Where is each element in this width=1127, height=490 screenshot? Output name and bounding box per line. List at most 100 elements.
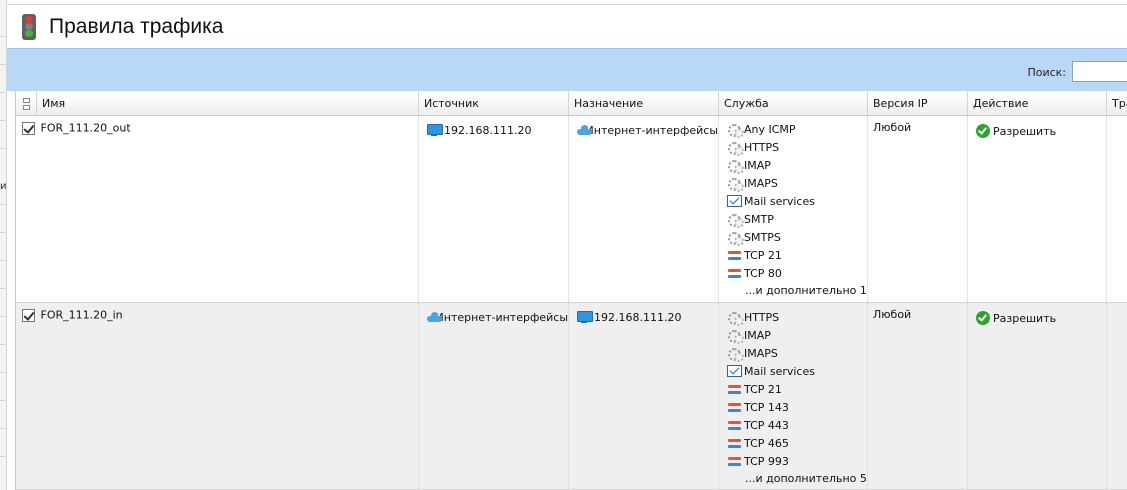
divider bbox=[0, 288, 7, 289]
tcp-icon bbox=[727, 454, 742, 468]
destination-cell: Интернет-интерфейсы bbox=[569, 116, 719, 302]
title-bar: Правила трафика bbox=[7, 4, 1127, 48]
action-cell: Разрешить bbox=[968, 116, 1107, 302]
allow-check-icon bbox=[976, 311, 990, 325]
source-cell: 192.168.111.20 bbox=[419, 116, 569, 302]
divider bbox=[0, 232, 7, 233]
service-item: Mail services bbox=[727, 192, 867, 210]
more-services-link[interactable]: ...и дополнительно 5 bbox=[727, 470, 867, 488]
service-item: IMAPS bbox=[727, 174, 867, 192]
gear-icon bbox=[727, 140, 744, 156]
gear-icon bbox=[727, 176, 744, 192]
gear-icon bbox=[727, 310, 744, 326]
service-label: TCP 80 bbox=[744, 266, 782, 280]
ip-version-cell: Любой bbox=[868, 303, 968, 489]
source-label: Интернет-интерфейсы bbox=[435, 310, 568, 324]
service-item: IMAP bbox=[727, 156, 867, 174]
service-label: SMTP bbox=[744, 212, 774, 226]
service-item: Mail services bbox=[727, 362, 867, 380]
divider bbox=[0, 92, 7, 93]
service-item: IMAPS bbox=[727, 344, 867, 362]
column-header-action[interactable]: Действие bbox=[968, 91, 1107, 116]
traffic-rules-window: и Правила трафика Поиск: Имя Источник На… bbox=[0, 0, 1127, 490]
service-item: HTTPS bbox=[727, 308, 867, 326]
service-label: IMAPS bbox=[744, 346, 778, 360]
monitor-icon bbox=[427, 124, 443, 136]
gear-icon bbox=[727, 122, 744, 138]
divider bbox=[0, 456, 7, 457]
cloud-icon bbox=[427, 312, 441, 322]
cloud-icon bbox=[577, 125, 591, 135]
divider bbox=[0, 120, 7, 121]
service-cell: Any ICMP HTTPS IMAP IMAPS Mail services … bbox=[719, 116, 868, 302]
gear-icon bbox=[727, 158, 744, 174]
tcp-icon bbox=[727, 418, 742, 432]
service-label: TCP 465 bbox=[744, 436, 789, 450]
service-label: TCP 143 bbox=[744, 400, 789, 414]
service-label: TCP 993 bbox=[744, 454, 789, 468]
table-header: Имя Источник Назначение Служба Версия IP… bbox=[16, 91, 1127, 116]
gear-icon bbox=[727, 346, 744, 362]
divider bbox=[0, 428, 7, 429]
rule-enabled-checkbox[interactable] bbox=[22, 121, 35, 135]
more-services-link[interactable]: ...и дополнительно 12 bbox=[727, 282, 867, 300]
divider bbox=[0, 400, 7, 401]
service-item: TCP 21 bbox=[727, 246, 867, 264]
action-label: Разрешить bbox=[993, 124, 1057, 138]
source-cell: Интернет-интерфейсы bbox=[419, 303, 569, 489]
service-item: SMTP bbox=[727, 210, 867, 228]
traffic-light-icon bbox=[22, 13, 36, 40]
divider bbox=[0, 64, 7, 65]
service-label: TCP 21 bbox=[744, 382, 782, 396]
select-all-checkbox[interactable] bbox=[16, 91, 37, 116]
mail-services-icon bbox=[727, 365, 742, 377]
page-title: Правила трафика bbox=[49, 14, 224, 38]
divider bbox=[0, 204, 7, 205]
column-header-source[interactable]: Источник bbox=[419, 91, 569, 116]
column-header-ip-version[interactable]: Версия IP bbox=[868, 91, 968, 116]
monitor-icon bbox=[577, 311, 593, 323]
name-cell: FOR_111.20_in bbox=[16, 303, 419, 489]
tcp-icon bbox=[727, 266, 742, 280]
column-header-destination[interactable]: Назначение bbox=[569, 91, 719, 116]
service-label: IMAP bbox=[744, 158, 771, 172]
service-item: TCP 21 bbox=[727, 380, 867, 398]
ip-version-cell: Любой bbox=[868, 116, 968, 302]
table-row[interactable]: FOR_111.20_out 192.168.111.20 Интернет-и… bbox=[16, 116, 1127, 303]
service-item: Any ICMP bbox=[727, 120, 867, 138]
service-label: SMTPS bbox=[744, 230, 781, 244]
action-cell: Разрешить bbox=[968, 303, 1107, 489]
divider bbox=[0, 344, 7, 345]
rule-enabled-checkbox[interactable] bbox=[22, 308, 35, 322]
column-header-service[interactable]: Служба bbox=[719, 91, 868, 116]
service-item: TCP 465 bbox=[727, 434, 867, 452]
service-label: TCP 443 bbox=[744, 418, 789, 432]
rule-name: FOR_111.20_out bbox=[40, 121, 131, 135]
destination-label: Интернет-интерфейсы bbox=[585, 123, 718, 137]
search-input[interactable] bbox=[1072, 61, 1127, 82]
traffic-cell bbox=[1107, 303, 1127, 489]
tcp-icon bbox=[727, 400, 742, 414]
name-cell: FOR_111.20_out bbox=[16, 116, 419, 302]
gear-icon bbox=[727, 212, 744, 228]
rules-table: Имя Источник Назначение Служба Версия IP… bbox=[15, 91, 1127, 490]
traffic-cell bbox=[1107, 116, 1127, 302]
column-header-name[interactable]: Имя bbox=[37, 91, 419, 116]
service-label: Mail services bbox=[744, 364, 815, 378]
service-item: SMTPS bbox=[727, 228, 867, 246]
service-cell: HTTPS IMAP IMAPS Mail services TCP 21 TC… bbox=[719, 303, 868, 489]
divider bbox=[0, 260, 7, 261]
service-label: TCP 21 bbox=[744, 248, 782, 262]
allow-check-icon bbox=[976, 124, 990, 138]
rule-name: FOR_111.20_in bbox=[40, 308, 123, 322]
service-label: HTTPS bbox=[744, 140, 780, 154]
service-label: HTTPS bbox=[744, 310, 780, 324]
left-panel-clipped-text: и bbox=[0, 181, 7, 192]
table-row[interactable]: FOR_111.20_in Интернет-интерфейсы 192.16… bbox=[16, 303, 1127, 490]
divider bbox=[0, 316, 7, 317]
tcp-icon bbox=[727, 382, 742, 396]
action-label: Разрешить bbox=[993, 311, 1057, 325]
service-label: IMAP bbox=[744, 328, 771, 342]
mail-services-icon bbox=[727, 195, 742, 207]
column-header-traffic[interactable]: Тра bbox=[1107, 91, 1127, 116]
